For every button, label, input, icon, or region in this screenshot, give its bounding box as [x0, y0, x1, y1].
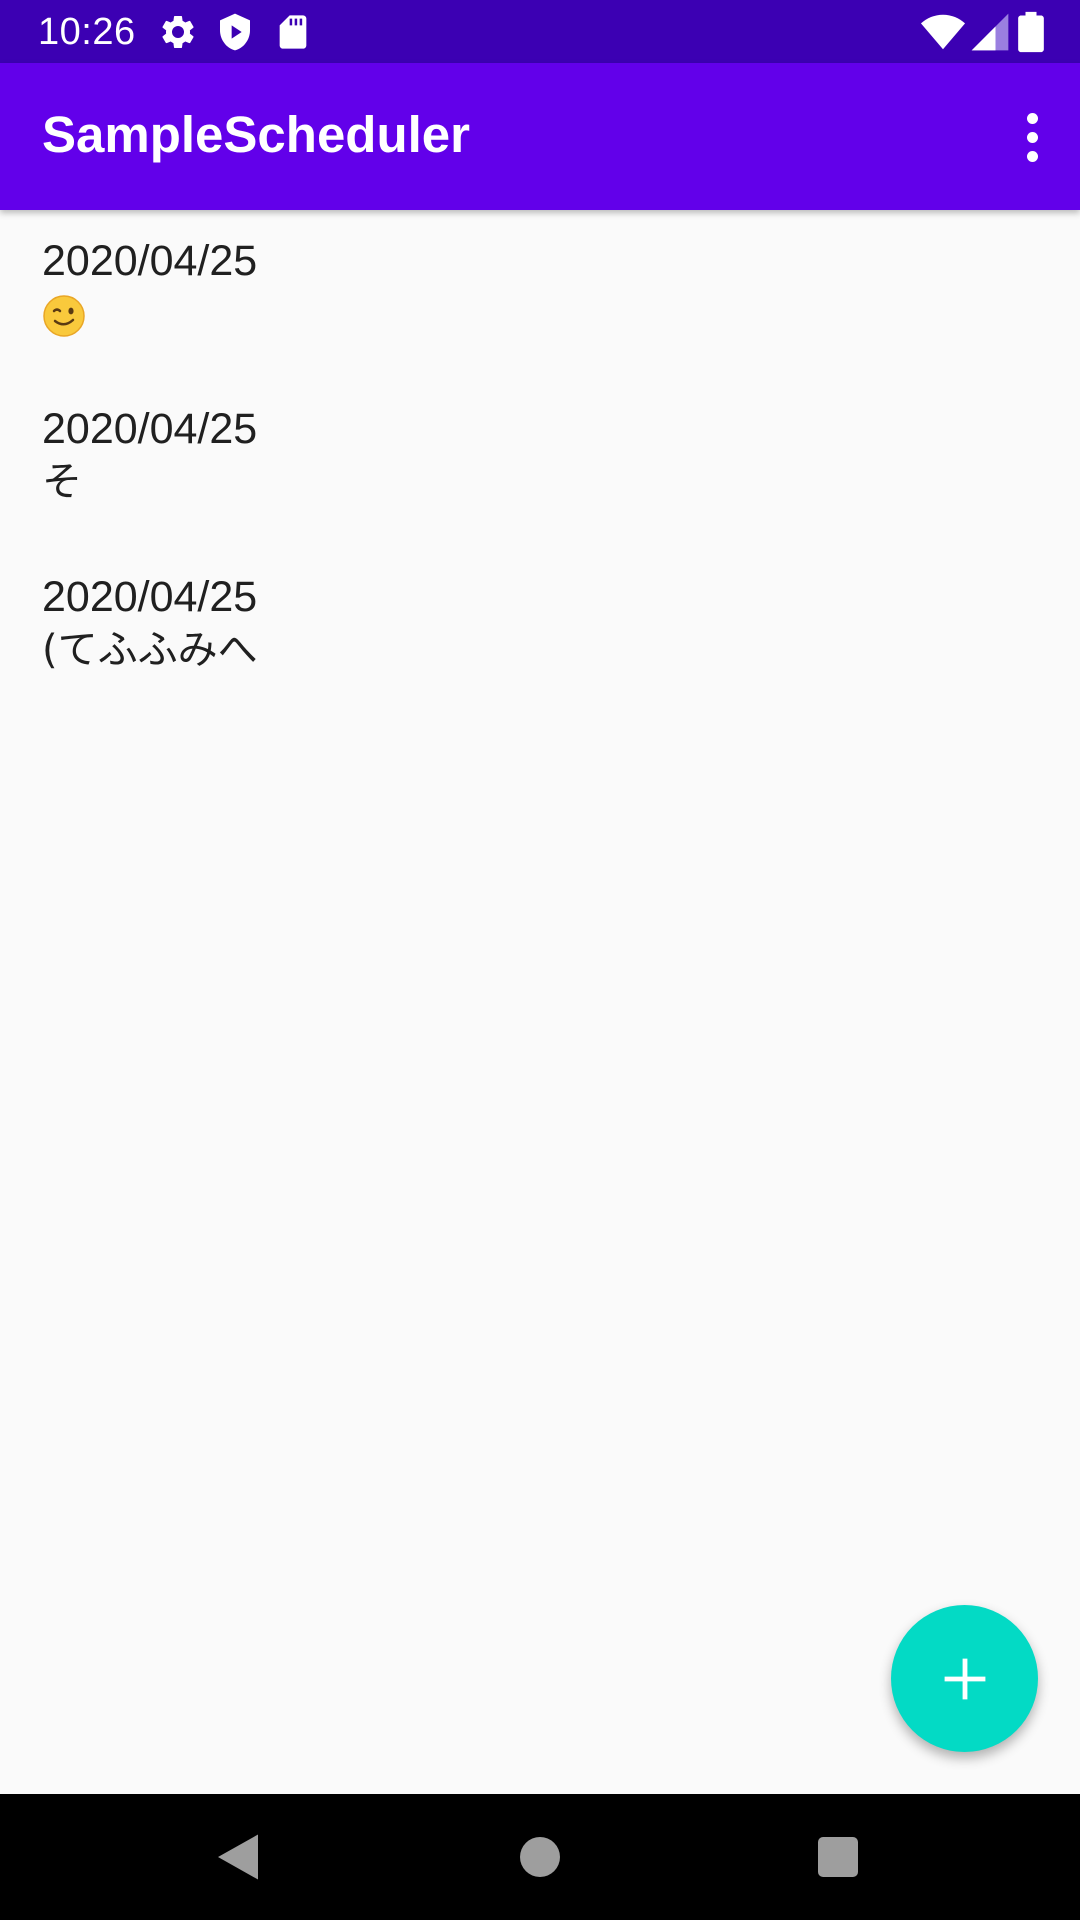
- app-title: SampleScheduler: [42, 106, 470, 163]
- add-schedule-button[interactable]: [891, 1605, 1038, 1752]
- schedule-title: (てふふみへ: [42, 627, 258, 673]
- home-button[interactable]: [510, 1827, 570, 1887]
- back-button[interactable]: [208, 1827, 268, 1887]
- battery-icon: [1014, 10, 1048, 54]
- navigation-bar: [0, 1794, 1080, 1920]
- schedule-list: 2020/04/25 2020/04/25 そ 2020/04/25 (てふふみ…: [0, 210, 1080, 714]
- status-bar: 10:26: [0, 0, 1080, 63]
- home-icon: [510, 1827, 570, 1887]
- list-item[interactable]: 2020/04/25 そ: [0, 378, 1080, 546]
- sd-card-icon: [273, 12, 313, 52]
- schedule-date: 2020/04/25: [42, 405, 258, 453]
- schedule-date: 2020/04/25: [42, 573, 258, 621]
- schedule-date: 2020/04/25: [42, 237, 258, 285]
- app-bar: SampleScheduler: [0, 63, 1080, 210]
- gear-icon: [158, 12, 198, 52]
- cell-signal-icon: [968, 10, 1012, 54]
- schedule-title: そ: [42, 459, 82, 505]
- schedule-title: [42, 290, 86, 338]
- recents-icon: [808, 1827, 868, 1887]
- status-time: 10:26: [38, 11, 136, 53]
- wifi-icon: [920, 9, 966, 55]
- list-item[interactable]: 2020/04/25: [0, 210, 1080, 378]
- more-vert-icon: [1026, 109, 1038, 166]
- more-options-button[interactable]: [1002, 99, 1062, 175]
- list-item[interactable]: 2020/04/25 (てふふみへ: [0, 546, 1080, 714]
- recents-button[interactable]: [808, 1827, 868, 1887]
- back-icon: [208, 1827, 268, 1887]
- shield-icon: [215, 12, 255, 52]
- plus-icon: [941, 1655, 989, 1703]
- winking-face-emoji: [43, 295, 85, 337]
